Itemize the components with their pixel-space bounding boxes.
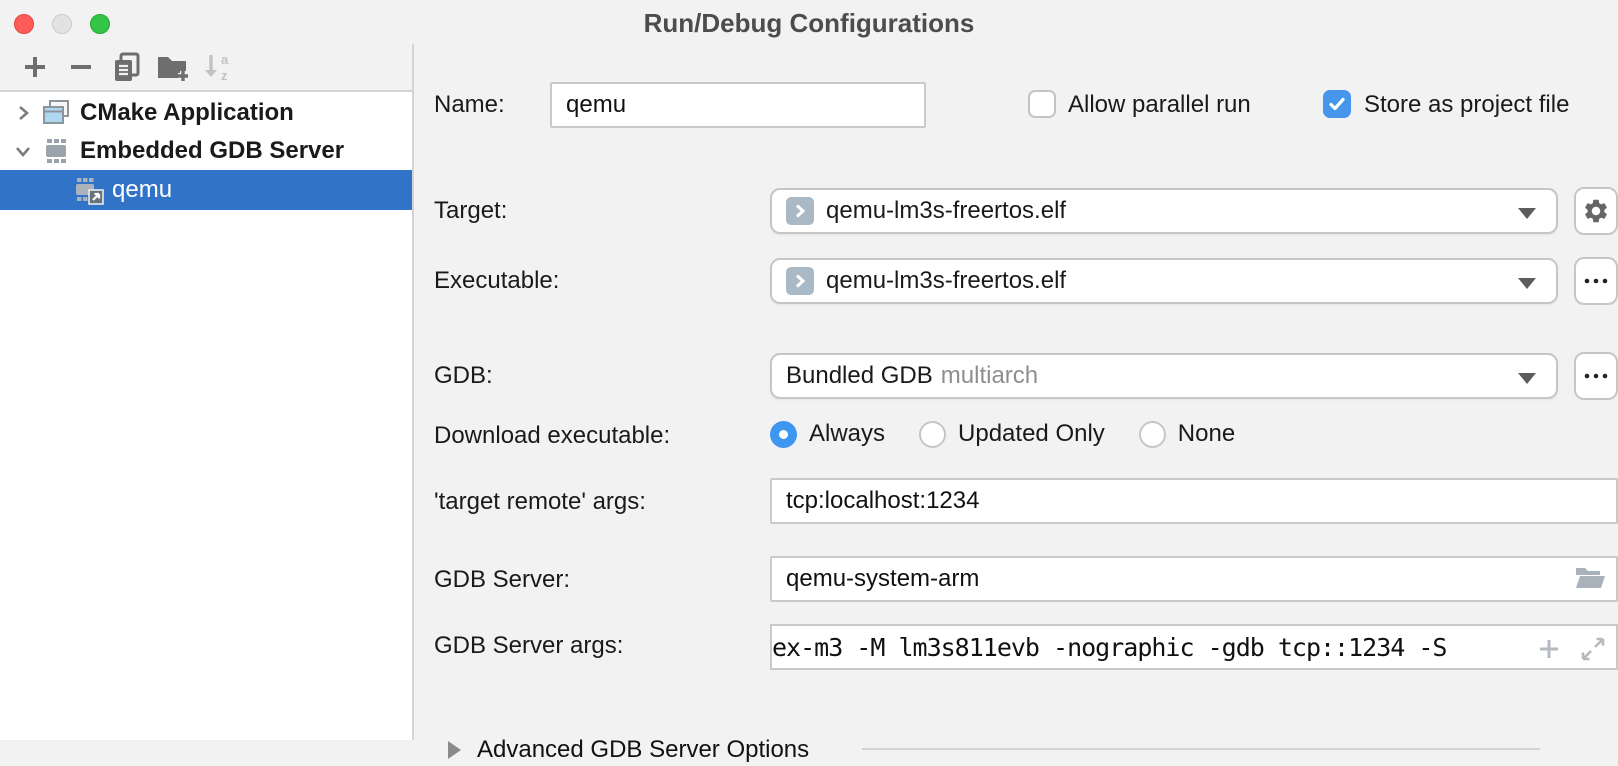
- executable-browse-button[interactable]: [1574, 257, 1618, 305]
- configurations-tree: CMake Application Embedded GDB Server: [0, 92, 412, 210]
- add-configuration-button[interactable]: [12, 47, 58, 87]
- gdb-browse-button[interactable]: [1574, 352, 1618, 400]
- target-label: Target:: [434, 197, 507, 225]
- download-executable-label: Download executable:: [434, 422, 670, 450]
- gdb-server-run-config-icon: [72, 174, 104, 206]
- radio-option-none[interactable]: None: [1139, 420, 1235, 448]
- executable-combobox[interactable]: qemu-lm3s-freertos.elf: [770, 258, 1558, 304]
- store-as-project-file-label[interactable]: Store as project file: [1364, 91, 1569, 119]
- gdb-value: Bundled GDB: [786, 362, 933, 390]
- sort-configurations-icon[interactable]: a z: [196, 47, 242, 87]
- radio-icon[interactable]: [770, 421, 797, 448]
- configurations-sidebar: a z CMake Application: [0, 44, 414, 740]
- tree-item-qemu-selected[interactable]: qemu: [0, 170, 412, 210]
- radio-icon[interactable]: [919, 421, 946, 448]
- name-field-wrap: [550, 82, 926, 128]
- advanced-options-label: Advanced GDB Server Options: [477, 736, 809, 764]
- target-remote-args-input[interactable]: [770, 478, 1618, 524]
- open-folder-icon[interactable]: [1574, 564, 1606, 592]
- title-bar: Run/Debug Configurations: [0, 0, 1618, 44]
- target-value: qemu-lm3s-freertos.elf: [826, 197, 1066, 225]
- radio-label[interactable]: None: [1178, 420, 1235, 448]
- cmake-target-icon: [786, 197, 814, 225]
- cmake-target-icon: [786, 267, 814, 295]
- chevron-right-icon[interactable]: [10, 104, 36, 122]
- cmake-application-icon: [40, 97, 72, 129]
- ellipsis-icon: [1583, 276, 1609, 286]
- gdb-combobox[interactable]: Bundled GDB multiarch: [770, 353, 1558, 399]
- advanced-gdb-server-options-toggle[interactable]: Advanced GDB Server Options: [448, 734, 809, 766]
- executable-value: qemu-lm3s-freertos.elf: [826, 267, 1066, 295]
- check-icon: [1327, 94, 1347, 114]
- chevron-down-icon[interactable]: [10, 142, 36, 160]
- embedded-chip-icon: [40, 135, 72, 167]
- gdb-server-label: GDB Server:: [434, 566, 570, 594]
- tree-item-label: Embedded GDB Server: [80, 137, 344, 165]
- executable-label: Executable:: [434, 267, 559, 295]
- dropdown-caret-icon: [1518, 373, 1536, 384]
- gdb-server-input[interactable]: [770, 556, 1618, 602]
- tree-item-label: CMake Application: [80, 99, 294, 127]
- download-executable-radio-group: Always Updated Only None: [770, 420, 1235, 448]
- svg-text:z: z: [221, 68, 228, 83]
- target-remote-args-label: 'target remote' args:: [434, 488, 646, 516]
- gdb-value-suffix: multiarch: [941, 362, 1038, 390]
- gear-icon: [1582, 197, 1610, 225]
- target-settings-button[interactable]: [1574, 187, 1618, 235]
- window-title: Run/Debug Configurations: [0, 8, 1618, 39]
- target-combobox[interactable]: qemu-lm3s-freertos.elf: [770, 188, 1558, 234]
- gdb-server-args-field[interactable]: ex-m3 -M lm3s811evb -nographic -gdb tcp:…: [770, 624, 1618, 670]
- ellipsis-icon: [1583, 371, 1609, 381]
- configuration-form: Name: Allow parallel run Store as projec…: [414, 44, 1618, 740]
- tree-item-embedded-gdb-server[interactable]: Embedded GDB Server: [0, 132, 412, 170]
- section-divider-line: [862, 748, 1540, 750]
- radio-label[interactable]: Always: [809, 420, 885, 448]
- radio-label[interactable]: Updated Only: [958, 420, 1105, 448]
- run-debug-configurations-dialog: Run/Debug Configurations: [0, 0, 1618, 740]
- gdb-label: GDB:: [434, 362, 493, 390]
- svg-text:a: a: [221, 52, 229, 67]
- radio-icon[interactable]: [1139, 421, 1166, 448]
- gdb-server-args-value: ex-m3 -M lm3s811evb -nographic -gdb tcp:…: [772, 633, 1446, 662]
- allow-parallel-run-label[interactable]: Allow parallel run: [1068, 91, 1251, 119]
- target-remote-args-wrap: [770, 478, 1618, 524]
- tree-item-cmake-application[interactable]: CMake Application: [0, 94, 412, 132]
- name-label: Name:: [434, 91, 505, 119]
- collapsed-triangle-icon: [448, 741, 461, 759]
- dropdown-caret-icon: [1518, 278, 1536, 289]
- tree-item-label: qemu: [112, 176, 172, 204]
- new-folder-icon[interactable]: [150, 47, 196, 87]
- sidebar-toolbar: a z: [0, 44, 412, 92]
- expand-editor-icon[interactable]: [1580, 636, 1606, 662]
- copy-configuration-icon[interactable]: [104, 47, 150, 87]
- gdb-server-wrap: [770, 556, 1618, 602]
- add-argument-icon[interactable]: [1538, 638, 1560, 660]
- radio-option-always[interactable]: Always: [770, 420, 885, 448]
- remove-configuration-button[interactable]: [58, 47, 104, 87]
- dropdown-caret-icon: [1518, 208, 1536, 219]
- allow-parallel-run-checkbox[interactable]: [1028, 90, 1056, 118]
- radio-option-updated-only[interactable]: Updated Only: [919, 420, 1105, 448]
- gdb-server-args-label: GDB Server args:: [434, 632, 623, 660]
- store-as-project-file-checkbox[interactable]: [1323, 90, 1351, 118]
- name-input[interactable]: [550, 82, 926, 128]
